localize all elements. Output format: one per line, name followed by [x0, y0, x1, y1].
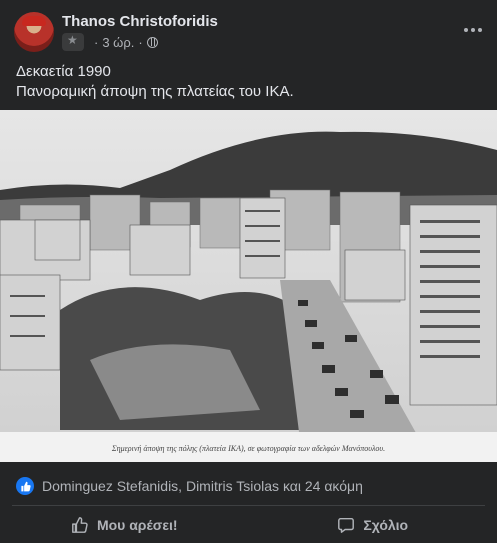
like-button[interactable]: Μου αρέσει!: [0, 506, 249, 543]
like-button-label: Μου αρέσει!: [96, 516, 178, 533]
thumbs-up-icon: [72, 516, 88, 533]
post-text: Δεκαετία 1990 Πανοραμική άποψη της πλατε…: [16, 62, 294, 102]
post-header: Thanos Christoforidis · 3 ώρ. ·: [0, 0, 497, 60]
photo-illustration: [0, 110, 497, 462]
like-reaction-icon: [16, 477, 34, 495]
more-options-icon[interactable]: [461, 20, 485, 40]
globe-icon: [146, 36, 158, 48]
meta-separator: ·: [94, 34, 99, 50]
comment-button[interactable]: Σχόλιο: [249, 506, 497, 543]
post-timestamp[interactable]: 3 ώρ.: [102, 35, 134, 50]
avatar[interactable]: [14, 12, 54, 52]
post-text-line-2: Πανοραμική άποψη της πλατείας του ΙΚΑ.: [16, 83, 294, 100]
post-card: Thanos Christoforidis · 3 ώρ. · Δεκαετία…: [0, 0, 497, 543]
author-name[interactable]: Thanos Christoforidis: [62, 13, 218, 30]
post-actions: Μου αρέσει! Σχόλιο: [0, 506, 497, 543]
photo-caption: Σημερινή άποψη της πόλης (πλατεία ΙΚΑ), …: [111, 444, 386, 453]
post-meta: · 3 ώρ. ·: [62, 33, 158, 51]
reactions-summary[interactable]: Dominguez Stefanidis, Dimitris Tsiolas κ…: [16, 476, 363, 496]
meta-separator-2: ·: [138, 34, 143, 50]
post-text-line-1: Δεκαετία 1990: [16, 63, 111, 80]
group-thumbnail-icon[interactable]: [62, 33, 84, 51]
comment-icon: [338, 517, 355, 533]
comment-button-label: Σχόλιο: [363, 516, 409, 533]
post-photo[interactable]: Σημερινή άποψη της πόλης (πλατεία ΙΚΑ), …: [0, 110, 497, 462]
reactions-text[interactable]: Dominguez Stefanidis, Dimitris Tsiolas κ…: [42, 478, 363, 494]
